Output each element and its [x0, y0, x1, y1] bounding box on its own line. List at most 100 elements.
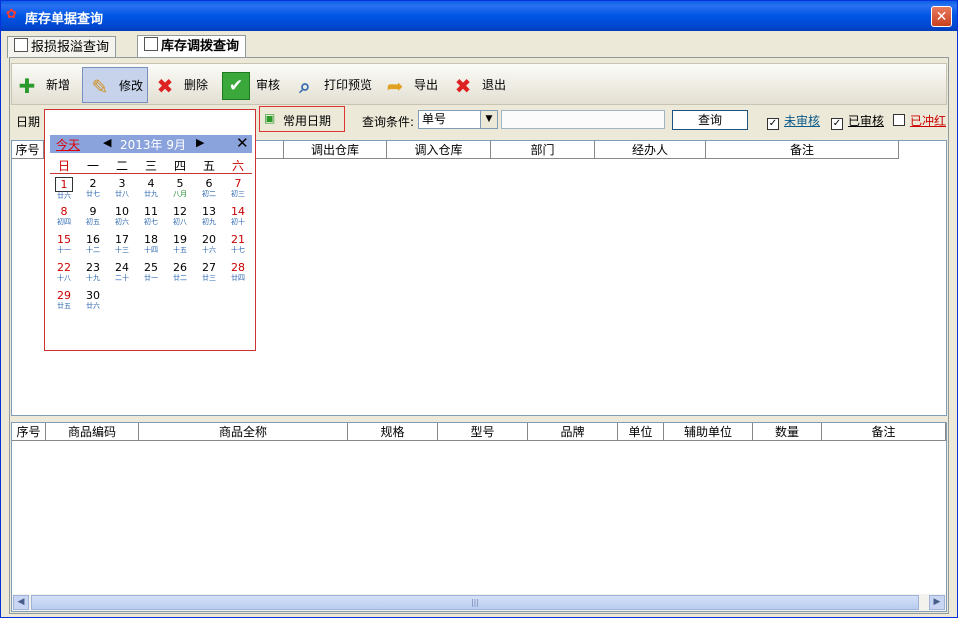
column-header[interactable]: 单位: [618, 423, 664, 441]
check-icon: ✔: [222, 71, 250, 100]
column-header[interactable]: 序号: [12, 141, 44, 159]
common-date-button[interactable]: ▣ 常用日期: [259, 106, 345, 132]
calendar-day[interactable]: 24 二十: [108, 261, 136, 289]
unaudited-checkbox[interactable]: ✓ 未审核: [767, 112, 820, 130]
day-number: 30: [86, 289, 100, 302]
exit-icon: ✖: [454, 73, 472, 98]
calendar-day[interactable]: 8 初四: [50, 205, 78, 233]
day-number: 11: [144, 205, 158, 218]
delete-label: 删除: [184, 78, 209, 92]
weekday-label: 五: [202, 159, 215, 173]
exit-label: 退出: [482, 78, 507, 92]
scroll-right-icon[interactable]: ▶: [929, 595, 945, 610]
calendar-day[interactable]: 11 初七: [137, 205, 165, 233]
add-icon: ✚: [18, 73, 36, 98]
column-header[interactable]: 部门: [491, 141, 595, 159]
edit-button[interactable]: ✎ 修改: [82, 67, 148, 103]
today-link[interactable]: 今天: [56, 136, 80, 153]
calendar-day[interactable]: 28 廿四: [224, 261, 252, 289]
delete-icon: ✖: [156, 73, 174, 98]
scroll-thumb[interactable]: |||: [31, 595, 919, 610]
calendar-day[interactable]: 29 廿五: [50, 289, 78, 317]
query-field-select[interactable]: 单号 ▼: [418, 110, 498, 129]
column-header[interactable]: 商品编码: [46, 423, 139, 441]
calendar-day[interactable]: 12 初八: [166, 205, 194, 233]
day-number: 22: [57, 261, 71, 274]
column-header[interactable]: 数量: [753, 423, 822, 441]
day-number: 1: [55, 177, 73, 192]
title-bar: ✿ 库存单据查询 ✕: [1, 1, 957, 31]
calendar-day[interactable]: 10 初六: [108, 205, 136, 233]
audited-checkbox[interactable]: ✓ 已审核: [831, 112, 884, 130]
calendar-day[interactable]: 15 十一: [50, 233, 78, 261]
column-header[interactable]: 品牌: [528, 423, 618, 441]
calendar-day[interactable]: 1 廿六: [50, 177, 78, 205]
column-header[interactable]: 型号: [438, 423, 528, 441]
exit-button[interactable]: ✖ 退出: [450, 67, 512, 103]
audit-label: 审核: [256, 78, 281, 92]
column-header[interactable]: 辅助单位: [664, 423, 753, 441]
calendar-day[interactable]: 20 十六: [195, 233, 223, 261]
calendar-day[interactable]: 2 廿七: [79, 177, 107, 205]
column-header[interactable]: 备注: [706, 141, 899, 159]
calendar-day[interactable]: 4 廿九: [137, 177, 165, 205]
calendar-day[interactable]: 6 初二: [195, 177, 223, 205]
column-header[interactable]: 调入仓库: [387, 141, 491, 159]
column-header[interactable]: 商品全称: [139, 423, 348, 441]
next-month-icon[interactable]: ▶: [196, 136, 204, 149]
day-number: 18: [144, 233, 158, 246]
calendar-day[interactable]: 27 廿三: [195, 261, 223, 289]
calendar-day[interactable]: 7 初三: [224, 177, 252, 205]
calendar-day[interactable]: 16 十二: [79, 233, 107, 261]
chevron-down-icon[interactable]: ▼: [480, 111, 497, 128]
calendar-close-icon[interactable]: ✕: [236, 135, 249, 151]
lunar-date: 十三: [115, 246, 129, 254]
calendar-day[interactable]: 14 初十: [224, 205, 252, 233]
lunar-date: 廿九: [144, 190, 158, 198]
lunar-date: 廿二: [173, 274, 187, 282]
calendar-day[interactable]: 30 廿六: [79, 289, 107, 317]
column-header[interactable]: 规格: [348, 423, 438, 441]
weekday-label: 二: [115, 159, 128, 173]
calendar-day[interactable]: 23 十九: [79, 261, 107, 289]
tab-loss-overflow-query[interactable]: 报损报溢查询: [7, 36, 117, 58]
close-button[interactable]: ✕: [931, 6, 952, 27]
calendar-day[interactable]: 13 初九: [195, 205, 223, 233]
tab-transfer-query[interactable]: 库存调拨查询: [137, 35, 247, 58]
calendar-day[interactable]: 17 十三: [108, 233, 136, 261]
day-number: 13: [202, 205, 216, 218]
calendar-day[interactable]: 21 十七: [224, 233, 252, 261]
audited-label: 已审核: [848, 114, 885, 128]
calendar-day[interactable]: 9 初五: [79, 205, 107, 233]
query-value-input[interactable]: [501, 110, 665, 129]
calendar-day[interactable]: 5 八月: [166, 177, 194, 205]
calendar-day[interactable]: 22 十八: [50, 261, 78, 289]
column-header[interactable]: 调出仓库: [284, 141, 387, 159]
lunar-date: 廿一: [144, 274, 158, 282]
day-number: 12: [173, 205, 187, 218]
export-button[interactable]: ➦ 导出: [382, 67, 444, 103]
horizontal-scrollbar[interactable]: ◀ ||| ▶: [12, 594, 946, 611]
document-icon: [144, 37, 158, 51]
column-header[interactable]: 经办人: [595, 141, 706, 159]
calendar-day[interactable]: 18 十四: [137, 233, 165, 261]
add-button[interactable]: ✚ 新增: [14, 67, 78, 103]
day-number: 7: [234, 177, 242, 190]
reversed-label: 已冲红: [910, 114, 947, 128]
audit-button[interactable]: ✔ 审核: [222, 67, 288, 103]
print-preview-button[interactable]: ⌕ 打印预览: [292, 67, 376, 103]
day-number: 24: [115, 261, 129, 274]
calendar-day[interactable]: 26 廿二: [166, 261, 194, 289]
calendar-day[interactable]: 25 廿一: [137, 261, 165, 289]
column-header[interactable]: 备注: [822, 423, 946, 441]
calendar-day[interactable]: 19 十五: [166, 233, 194, 261]
reversed-checkbox[interactable]: 已冲红: [893, 112, 946, 129]
query-button[interactable]: 查询: [672, 110, 748, 130]
lunar-date: 初六: [115, 218, 129, 226]
checkbox-unchecked-icon: [893, 114, 905, 126]
lunar-date: 十二: [86, 246, 100, 254]
column-header[interactable]: 序号: [12, 423, 46, 441]
delete-button[interactable]: ✖ 删除: [152, 67, 216, 103]
calendar-day[interactable]: 3 廿八: [108, 177, 136, 205]
scroll-left-icon[interactable]: ◀: [13, 595, 29, 610]
